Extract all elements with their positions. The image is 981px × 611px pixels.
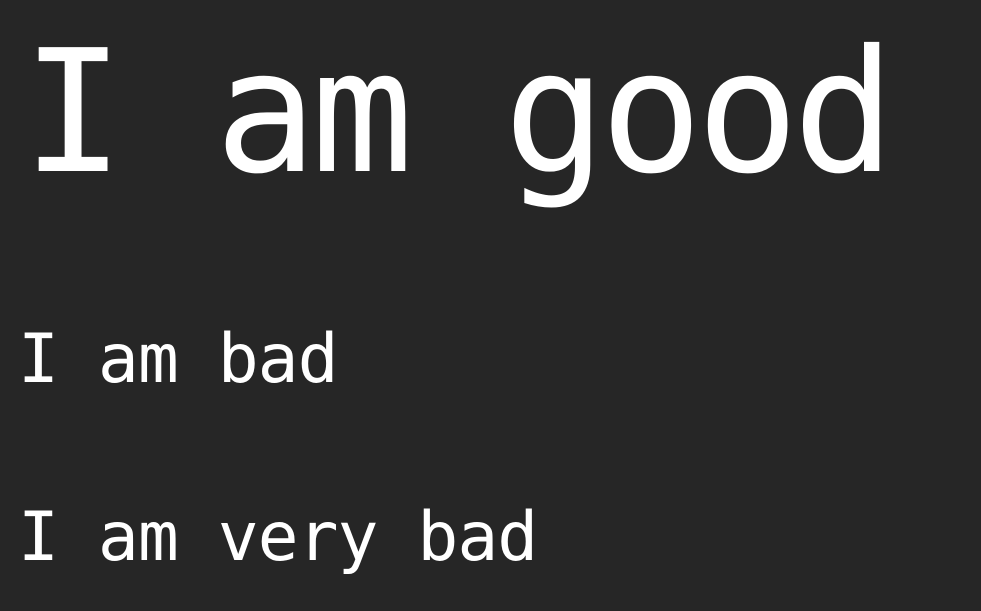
text-line: I am bad [18,320,339,399]
text-line: I am very bad [18,498,538,577]
text-display-area: I am good I am bad I am very bad [0,0,981,611]
heading-line: I am good [22,14,895,212]
